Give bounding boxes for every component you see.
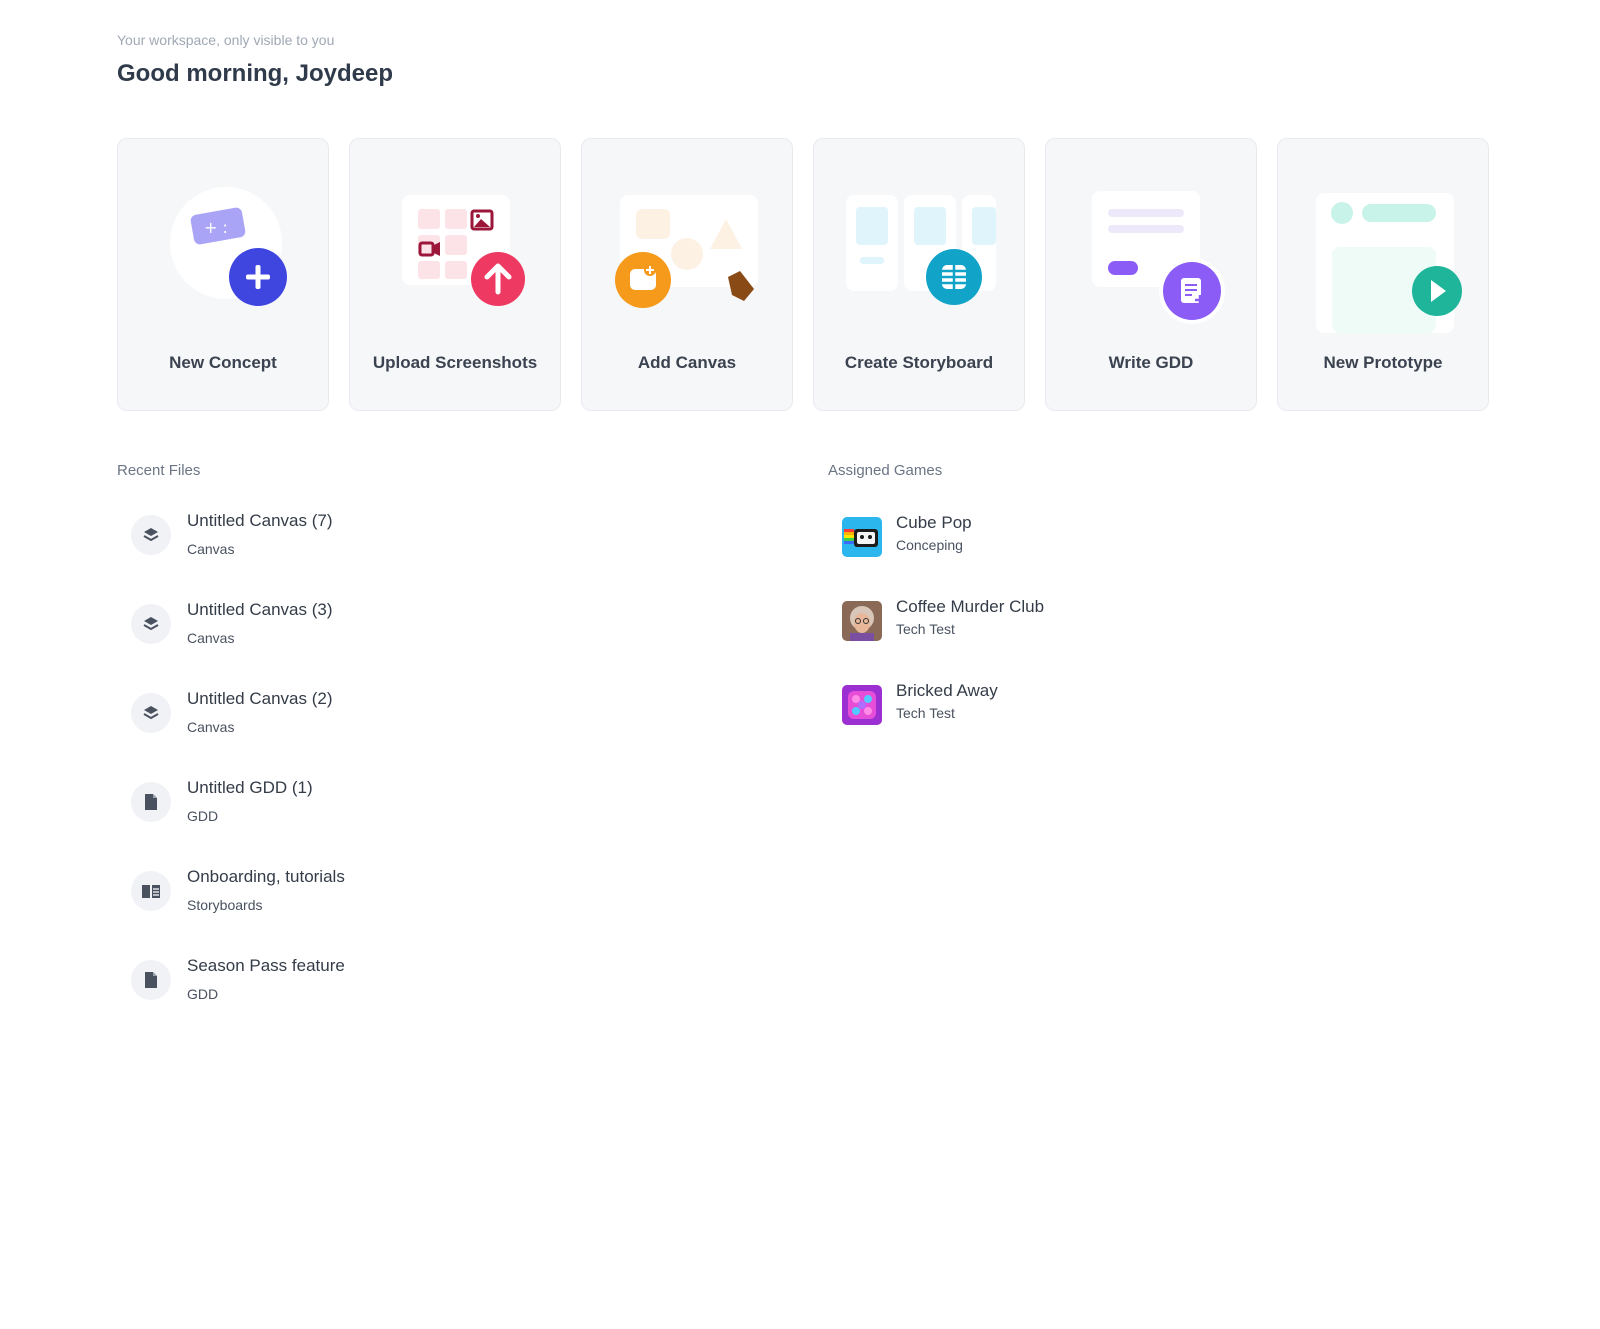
game-name: Bricked Away — [896, 681, 998, 700]
recent-files-list: Untitled Canvas (7) Canvas Untitled Canv… — [131, 510, 631, 1044]
file-name: Onboarding, tutorials — [187, 867, 345, 886]
document-icon — [131, 960, 171, 1000]
file-item[interactable]: Untitled Canvas (7) Canvas — [131, 510, 631, 599]
game-name: Cube Pop — [896, 513, 972, 532]
game-status: Conceping — [896, 537, 963, 553]
game-item[interactable]: Cube Pop Conceping — [842, 512, 1342, 596]
write-gdd-illustration — [1092, 191, 1225, 324]
assigned-games-heading: Assigned Games — [828, 462, 943, 479]
create-storyboard-card[interactable]: Create Storyboard — [813, 138, 1025, 411]
upload-screenshots-card[interactable]: Upload Screenshots — [349, 138, 561, 411]
add-canvas-card[interactable]: Add Canvas — [581, 138, 793, 411]
workspace-subtitle: Your workspace, only visible to you — [117, 32, 335, 48]
new-concept-card[interactable]: + : New Concept — [117, 138, 329, 411]
file-type: Canvas — [187, 719, 235, 735]
new-concept-illustration: + : — [170, 187, 287, 306]
assigned-games-list: Cube Pop Conceping Coffee Murder Club Te… — [842, 512, 1342, 764]
file-item[interactable]: Untitled Canvas (3) Canvas — [131, 599, 631, 688]
layers-icon — [131, 693, 171, 733]
game-item[interactable]: Bricked Away Tech Test — [842, 680, 1342, 764]
file-item[interactable]: Season Pass feature GDD — [131, 955, 631, 1044]
book-icon — [131, 871, 171, 911]
file-name: Untitled Canvas (3) — [187, 600, 333, 619]
file-item[interactable]: Untitled Canvas (2) Canvas — [131, 688, 631, 777]
file-type: Canvas — [187, 630, 235, 646]
coffee-murder-club-thumbnail — [842, 601, 882, 641]
new-prototype-label: New Prototype — [1323, 353, 1443, 372]
upload-screenshots-label: Upload Screenshots — [372, 353, 538, 372]
file-name: Untitled Canvas (7) — [187, 511, 333, 530]
page-title: Good morning, Joydeep — [117, 60, 394, 87]
create-storyboard-label: Create Storyboard — [844, 353, 994, 372]
file-item[interactable]: Onboarding, tutorials Storyboards — [131, 866, 631, 955]
file-type: Storyboards — [187, 897, 263, 913]
new-concept-label: New Concept — [169, 353, 277, 372]
new-prototype-illustration — [1316, 193, 1462, 333]
game-name: Coffee Murder Club — [896, 597, 1045, 616]
file-type: Canvas — [187, 541, 235, 557]
file-name: Untitled GDD (1) — [187, 778, 313, 797]
layers-icon — [131, 515, 171, 555]
file-name: Season Pass feature — [187, 956, 345, 975]
game-status: Tech Test — [896, 705, 955, 721]
file-item[interactable]: Untitled GDD (1) GDD — [131, 777, 631, 866]
write-gdd-card[interactable]: Write GDD — [1045, 138, 1257, 411]
upload-screenshots-illustration — [402, 195, 525, 306]
file-type: GDD — [187, 808, 219, 824]
file-name: Untitled Canvas (2) — [187, 689, 333, 708]
layers-icon — [131, 604, 171, 644]
new-prototype-card[interactable]: New Prototype — [1277, 138, 1489, 411]
quick-actions: + : New Concept Upload Screenshots Add C… — [117, 138, 1490, 412]
document-icon — [131, 782, 171, 822]
game-item[interactable]: Coffee Murder Club Tech Test — [842, 596, 1342, 680]
create-storyboard-illustration — [846, 195, 996, 305]
file-type: GDD — [187, 986, 219, 1002]
game-status: Tech Test — [896, 621, 955, 637]
bricked-away-thumbnail — [842, 685, 882, 725]
add-canvas-illustration — [615, 195, 758, 308]
write-gdd-label: Write GDD — [1108, 353, 1194, 372]
add-canvas-label: Add Canvas — [637, 353, 737, 372]
svg-text:+ :: + : — [204, 218, 228, 237]
cube-pop-thumbnail — [842, 517, 882, 557]
recent-files-heading: Recent Files — [117, 462, 201, 479]
